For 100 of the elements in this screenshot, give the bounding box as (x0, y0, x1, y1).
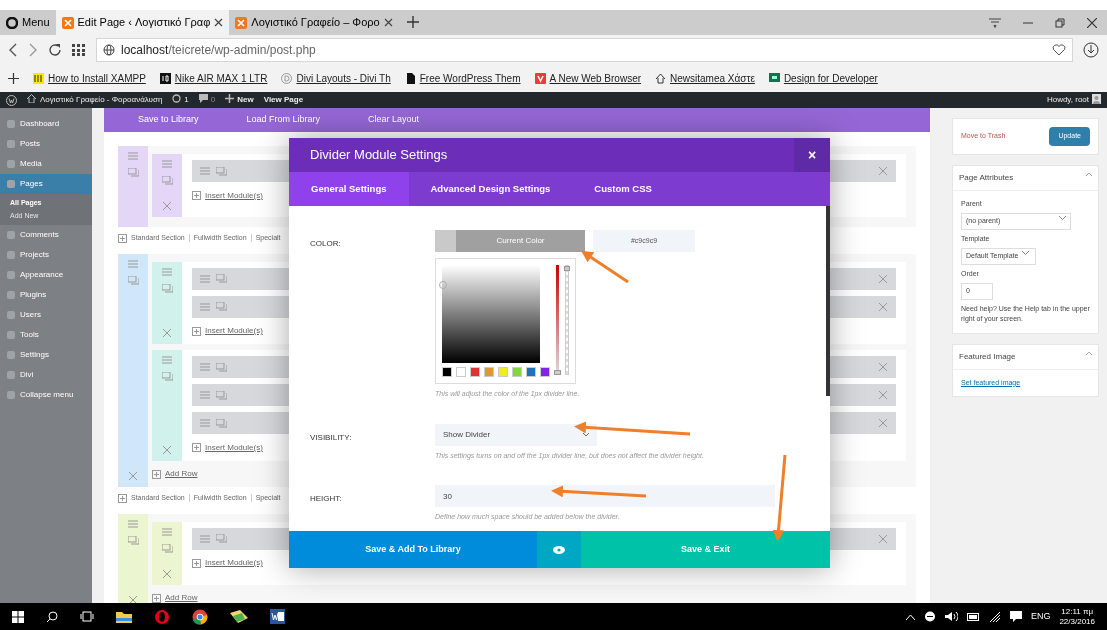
admin-menu-item[interactable]: Collapse menu (0, 385, 92, 405)
settings-tab[interactable]: Advanced Design Settings (408, 172, 573, 206)
delete-icon[interactable] (128, 595, 138, 605)
drag-handle-icon[interactable] (200, 274, 210, 283)
admin-menu-item[interactable]: Pages (0, 174, 92, 194)
view-page-link[interactable]: View Page (263, 94, 304, 106)
duplicate-icon[interactable] (161, 372, 173, 381)
admin-menu-item[interactable]: Settings (0, 345, 92, 365)
close-icon[interactable] (214, 18, 224, 27)
speed-dial-icon[interactable] (72, 44, 86, 56)
duplicate-icon[interactable] (216, 390, 227, 400)
duplicate-icon[interactable] (216, 166, 227, 176)
admin-menu-item[interactable]: Comments (0, 225, 92, 245)
bookmark-link[interactable]: Newsitamea Χάστε (655, 71, 755, 86)
clock[interactable]: 12:11 πμ 22/3/2016 (1059, 606, 1095, 627)
word-logo-icon[interactable] (270, 609, 285, 624)
saturation-area[interactable] (442, 265, 540, 363)
drag-handle-icon[interactable] (162, 267, 172, 276)
battery-icon[interactable] (966, 612, 980, 621)
admin-menu-item[interactable]: Dashboard (0, 114, 92, 134)
search-icon[interactable] (46, 610, 58, 623)
scrollbar[interactable] (826, 206, 830, 396)
preview-button[interactable] (537, 531, 581, 568)
insert-module-link[interactable]: Insert Module(s) (192, 189, 263, 202)
duplicate-icon[interactable] (127, 275, 139, 285)
admin-menu-item[interactable]: Projects (0, 245, 92, 265)
new-tab-icon[interactable] (406, 16, 419, 28)
add-row-link[interactable]: Add Row (152, 468, 198, 480)
collapse-icon[interactable] (1086, 350, 1092, 355)
bookmark-link[interactable]: Divi Layouts - Divi Th (281, 71, 391, 86)
duplicate-icon[interactable] (216, 274, 227, 283)
admin-menu-item[interactable]: Users (0, 305, 92, 325)
bookmark-link[interactable]: Nike AIR MAX 1 LTR (159, 71, 268, 86)
duplicate-icon[interactable] (216, 362, 227, 372)
admin-menu-item[interactable]: Media (0, 154, 92, 174)
duplicate-icon[interactable] (161, 176, 173, 185)
toolbar-button[interactable]: Save to Library (132, 112, 205, 128)
wordpress-logo-icon[interactable] (6, 94, 17, 106)
restore-icon[interactable] (1055, 17, 1065, 28)
admin-menu-item[interactable]: Tools (0, 325, 92, 345)
task-view-icon[interactable] (80, 611, 94, 622)
insert-module-link[interactable]: Insert Module(s) (192, 557, 263, 569)
download-icon[interactable] (1083, 42, 1099, 58)
opacity-slider[interactable] (564, 265, 569, 375)
photos-icon[interactable] (230, 610, 248, 623)
heart-icon[interactable] (1052, 44, 1066, 56)
opera-logo-icon[interactable] (154, 608, 170, 625)
picker-handle-icon[interactable] (439, 281, 447, 289)
drag-handle-icon[interactable] (200, 167, 210, 175)
collapse-icon[interactable] (1086, 171, 1092, 176)
new-link[interactable]: New (225, 94, 254, 106)
duplicate-icon[interactable] (161, 543, 173, 553)
color-swatch[interactable] (442, 367, 452, 377)
duplicate-icon[interactable] (161, 283, 173, 293)
save-to-library-button[interactable]: Save & Add To Library (289, 531, 537, 568)
hue-slider[interactable] (556, 265, 559, 375)
admin-menu-item[interactable]: Divi (0, 365, 92, 385)
speaker-icon[interactable] (944, 611, 958, 622)
slider-handle[interactable] (563, 266, 570, 271)
duplicate-icon[interactable] (127, 168, 139, 177)
chevron-up-icon[interactable] (905, 613, 915, 620)
updates-link[interactable]: 1 (172, 94, 189, 106)
admin-menu-item[interactable]: Posts (0, 134, 92, 154)
drag-handle-icon[interactable] (162, 160, 172, 168)
toolbar-button[interactable]: Clear Layout (362, 112, 426, 128)
drag-handle-icon[interactable] (200, 534, 210, 543)
back-icon[interactable] (8, 43, 18, 57)
color-swatch[interactable] (498, 367, 508, 377)
color-swatch[interactable] (512, 367, 522, 377)
drag-handle-icon[interactable] (128, 519, 138, 528)
site-name-link[interactable]: Λογιστικό Γραφείο - Φοροανάλυση (27, 94, 163, 106)
slider-handle[interactable] (554, 370, 561, 375)
language-indicator[interactable]: ENG (1030, 609, 1051, 624)
close-icon[interactable] (1087, 17, 1097, 28)
color-swatch[interactable] (484, 367, 494, 377)
color-swatch[interactable] (470, 367, 480, 377)
account-link[interactable]: Howdy, root (1046, 94, 1101, 106)
reload-icon[interactable] (48, 43, 62, 57)
color-swatch[interactable] (456, 367, 466, 377)
tab-menu-icon[interactable] (989, 17, 1001, 28)
add-icon[interactable] (8, 73, 19, 84)
duplicate-icon[interactable] (127, 535, 139, 545)
duplicate-icon[interactable] (216, 534, 227, 543)
bookmark-link[interactable]: A New Web Browser (534, 71, 642, 86)
chrome-logo-icon[interactable] (192, 608, 208, 625)
color-swatch[interactable] (526, 367, 536, 377)
drag-handle-icon[interactable] (200, 302, 210, 311)
drag-handle-icon[interactable] (162, 527, 172, 536)
drag-handle-icon[interactable] (200, 363, 210, 371)
forward-icon[interactable] (28, 43, 38, 57)
bookmark-link[interactable]: Design for Developer (768, 71, 878, 86)
browser-tab[interactable]: Edit Page ‹ Λογιστικό Γραφ (55, 10, 230, 35)
address-bar[interactable]: localhost/teicrete/wp-admin/post.php (96, 38, 1073, 62)
drag-handle-icon[interactable] (200, 419, 210, 427)
close-icon[interactable] (383, 18, 393, 27)
bookmark-link[interactable]: Free WordPress Them (404, 71, 521, 86)
start-icon[interactable] (12, 610, 24, 623)
toolbar-button[interactable]: Load From Library (240, 112, 327, 128)
drag-handle-icon[interactable] (162, 356, 172, 364)
admin-menu-item[interactable]: Appearance (0, 265, 92, 285)
